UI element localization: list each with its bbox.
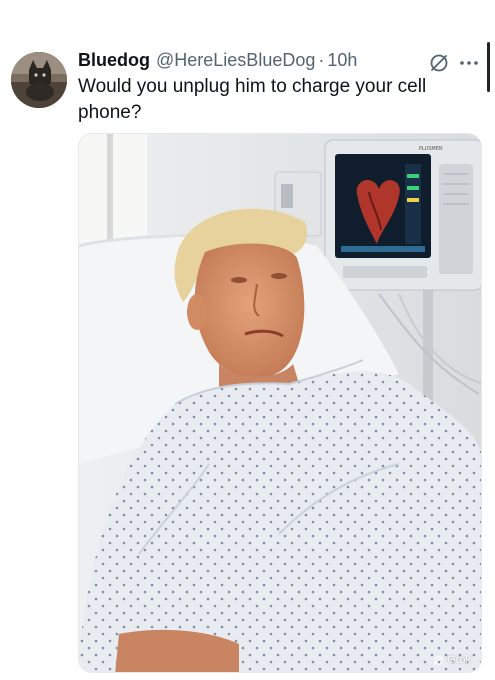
- grok-watermark-label: Grok: [447, 654, 471, 666]
- tweet-header: Bluedog @HereLiesBlueDog · 10h: [78, 50, 435, 74]
- tweet-text: Would you unplug him to charge your cell…: [78, 76, 427, 123]
- more-icon[interactable]: [458, 52, 480, 74]
- scrollbar-thumb[interactable]: [487, 42, 490, 92]
- grok-watermark: Grok: [433, 654, 471, 666]
- separator-dot: ·: [318, 50, 325, 70]
- grok-icon[interactable]: [428, 52, 450, 74]
- media-image[interactable]: PLUSMEN Grok: [78, 133, 482, 673]
- hospital-scene-image: PLUSMEN: [79, 134, 481, 672]
- user-handle[interactable]: @HereLiesBlueDog: [156, 50, 315, 71]
- avatar[interactable]: [11, 52, 67, 108]
- avatar-image: [11, 52, 67, 108]
- tweet: Bluedog @HereLiesBlueDog · 10h Would you…: [0, 0, 495, 680]
- grok-watermark-icon: [434, 655, 443, 665]
- display-name[interactable]: Bluedog: [78, 50, 150, 71]
- monitor-label: PLUSMEN: [419, 146, 443, 152]
- post-timestamp[interactable]: 10h: [327, 50, 357, 71]
